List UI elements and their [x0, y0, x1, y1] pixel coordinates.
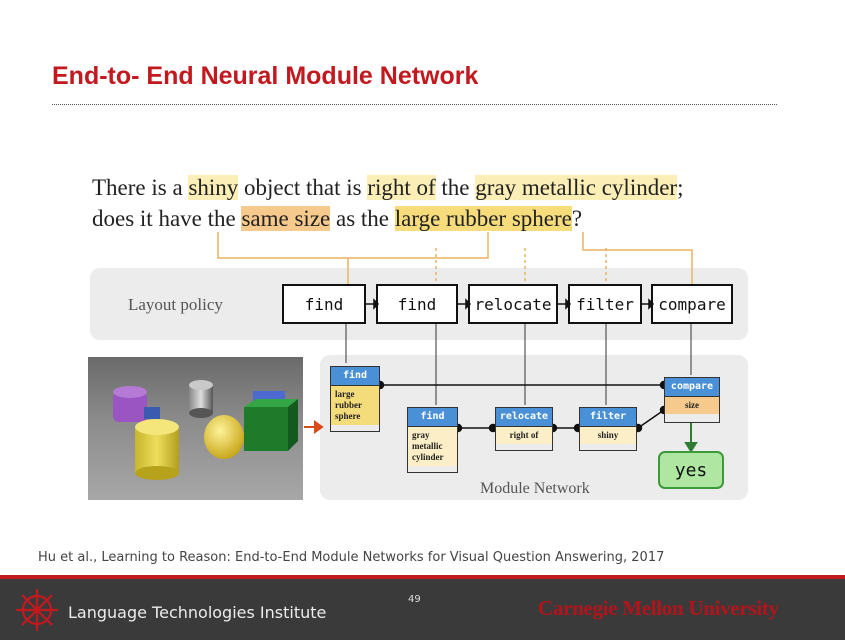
module-head: find	[331, 367, 379, 386]
link-size	[582, 232, 693, 284]
network-module-compare: compare size	[664, 377, 720, 423]
link-sphere	[348, 232, 489, 259]
module-arg: gray metallic cylinder	[408, 427, 457, 466]
page-number: 49	[408, 594, 421, 605]
network-module-find-cylinder: find gray metallic cylinder	[407, 407, 458, 473]
module-head: relocate	[496, 408, 552, 427]
connector-lines	[217, 232, 698, 453]
answer-box: yes	[658, 451, 724, 489]
link-shiny	[217, 232, 349, 284]
citation: Hu et al., Learning to Reason: End-to-En…	[38, 550, 665, 565]
module-head: filter	[580, 408, 636, 427]
module-arg: right of	[496, 427, 552, 444]
footer-university: Carnegie Mellon University	[538, 596, 779, 620]
network-module-relocate: relocate right of	[495, 407, 553, 451]
module-arg: large rubber sphere	[331, 386, 379, 425]
module-arg: shiny	[580, 427, 636, 444]
module-head: find	[408, 408, 457, 427]
network-module-find-sphere: find large rubber sphere	[330, 366, 380, 432]
footer-institute: Language Technologies Institute	[68, 603, 327, 622]
network-module-filter: filter shiny	[579, 407, 637, 451]
module-arg: size	[665, 397, 719, 414]
lti-logo-icon	[16, 589, 58, 631]
module-head: compare	[665, 378, 719, 397]
